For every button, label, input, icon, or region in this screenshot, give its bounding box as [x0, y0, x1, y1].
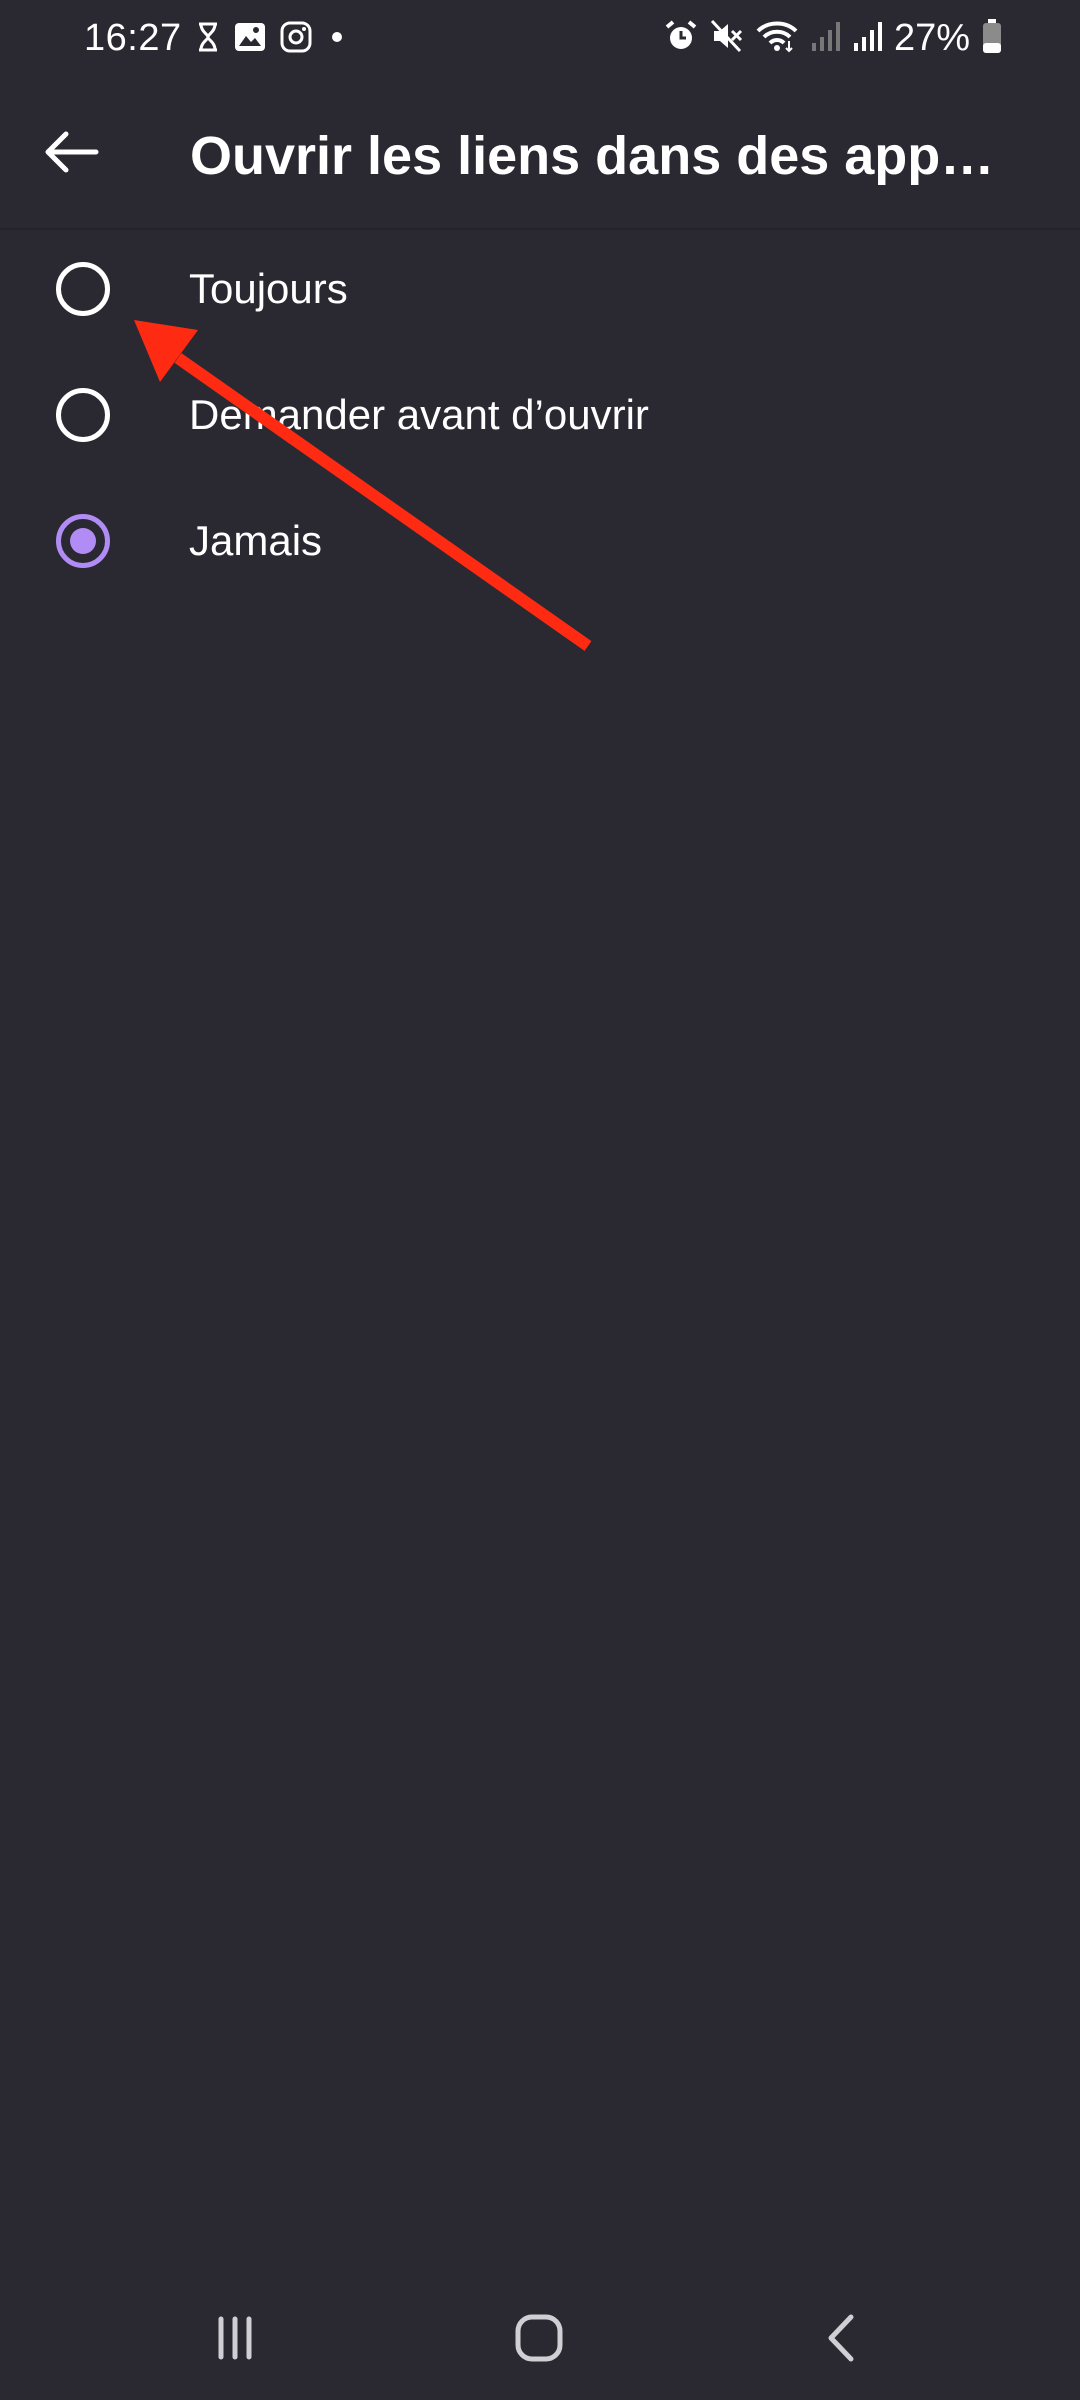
- options-list: Toujours Demander avant d’ouvrir Jamais: [0, 226, 1080, 604]
- app-bar: Ouvrir les liens dans des app…: [0, 80, 1080, 230]
- page-title: Ouvrir les liens dans des app…: [190, 126, 995, 186]
- radio-button-ask[interactable]: [56, 388, 110, 442]
- option-never[interactable]: Jamais: [0, 478, 1080, 604]
- instagram-icon: [280, 21, 312, 58]
- arrow-back-icon: [44, 130, 100, 179]
- signal-icon: [852, 19, 882, 58]
- radio-button-never[interactable]: [56, 514, 110, 568]
- battery-percent: 27%: [893, 17, 970, 59]
- status-right-icons: 27%: [664, 16, 1002, 60]
- status-left-icons: [196, 20, 348, 58]
- battery-icon: [982, 18, 1002, 59]
- recent-apps-icon: [210, 2313, 260, 2368]
- option-label-never: Jamais: [189, 517, 323, 564]
- navigation-bar: [0, 2280, 1080, 2400]
- status-time: 16:27: [84, 17, 182, 59]
- status-bar: 16:27 27%: [0, 0, 1080, 80]
- option-label-ask: Demander avant d’ouvrir: [189, 391, 649, 438]
- option-ask-before-opening[interactable]: Demander avant d’ouvrir: [0, 352, 1080, 478]
- option-label-always: Toujours: [189, 265, 348, 312]
- mute-icon: [710, 19, 744, 58]
- radio-button-always[interactable]: [56, 262, 110, 316]
- radio-selected-dot: [70, 528, 96, 554]
- gallery-icon: [234, 22, 266, 57]
- back-icon: [821, 2312, 861, 2369]
- home-icon: [511, 2310, 567, 2371]
- back-nav-button[interactable]: [796, 2310, 886, 2370]
- signal-icon: [810, 19, 840, 58]
- option-always[interactable]: Toujours: [0, 226, 1080, 352]
- home-button[interactable]: [494, 2310, 584, 2370]
- wifi-icon: [756, 19, 798, 58]
- back-button[interactable]: [30, 118, 114, 190]
- hourglass-icon: [196, 22, 220, 57]
- alarm-icon: [664, 19, 698, 58]
- dot-icon: [326, 27, 348, 52]
- recent-apps-button[interactable]: [190, 2310, 280, 2370]
